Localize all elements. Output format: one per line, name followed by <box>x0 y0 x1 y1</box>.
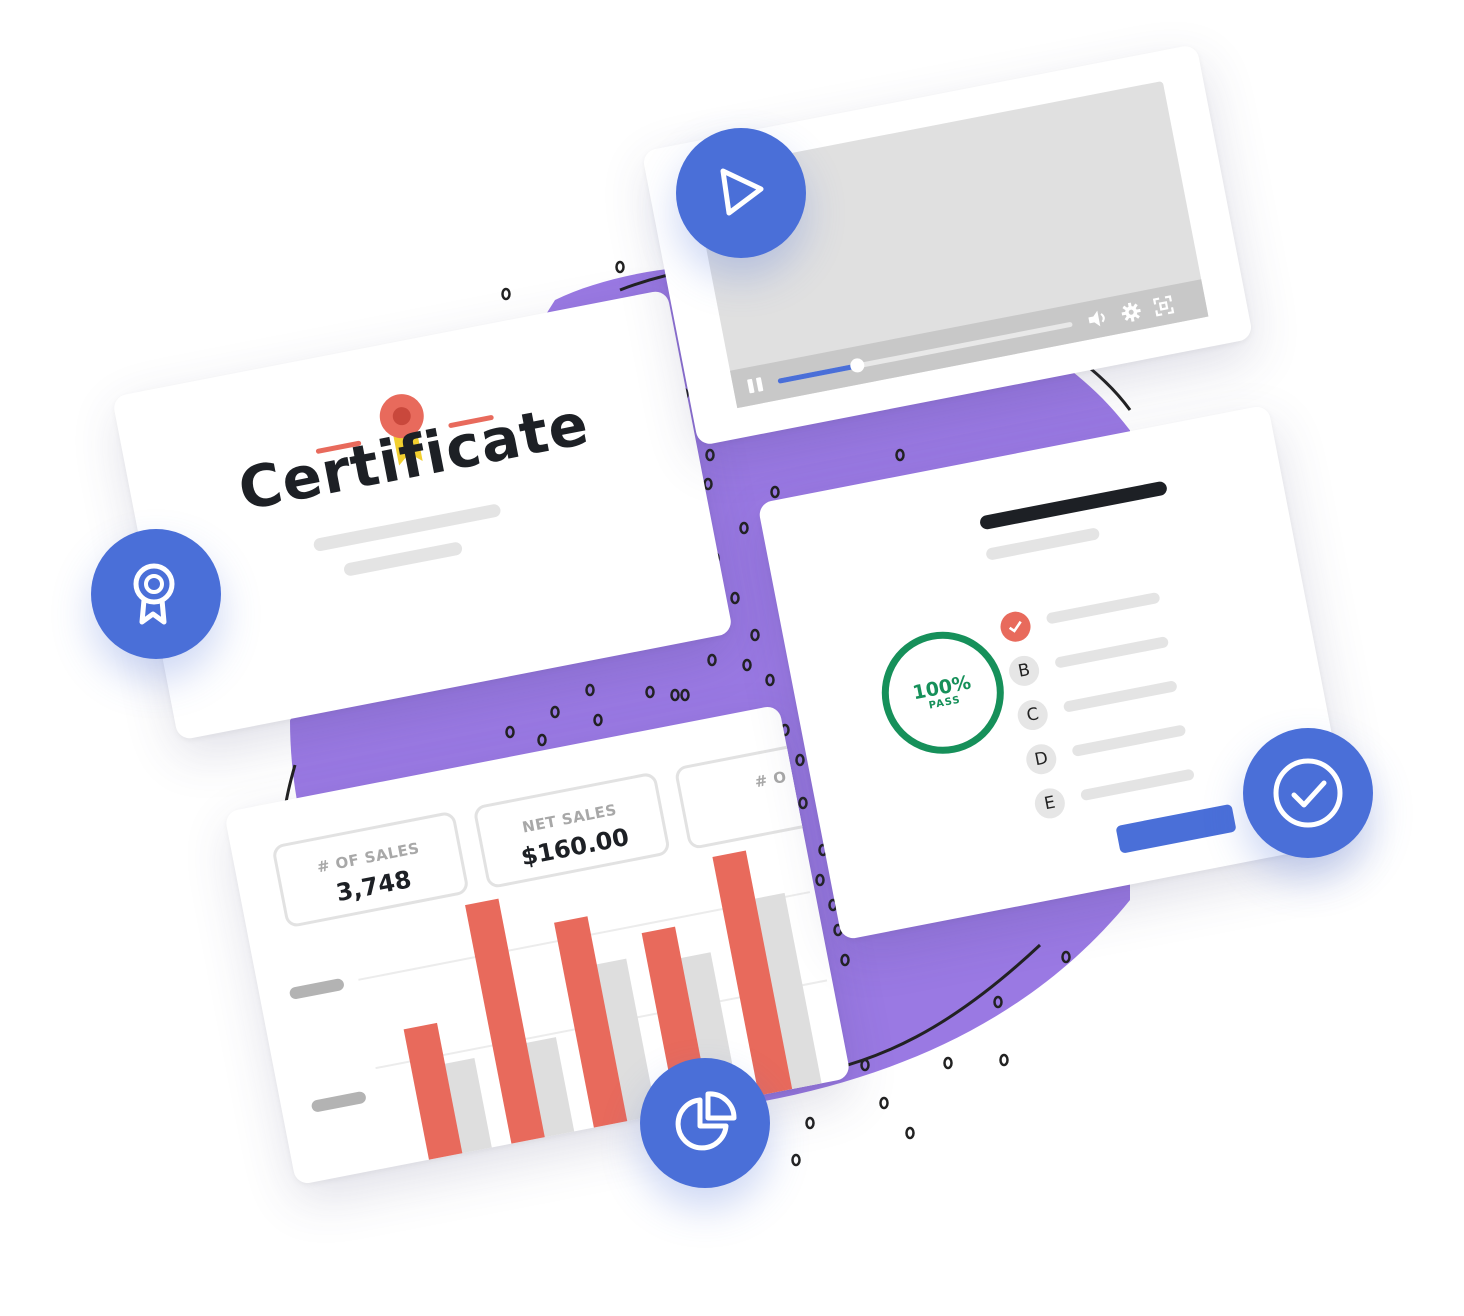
check-circle-icon <box>1273 758 1343 828</box>
award-icon <box>133 563 175 625</box>
quiz-subtitle-bar <box>985 527 1101 561</box>
quiz-submit-button[interactable] <box>1115 803 1237 854</box>
video-scrubber-handle[interactable] <box>849 357 866 374</box>
pause-icon[interactable] <box>744 375 767 396</box>
fullscreen-icon[interactable] <box>1152 294 1176 321</box>
quiz-option-line <box>1062 680 1178 713</box>
quiz-option-line <box>1054 635 1170 669</box>
quiz-title-bar <box>978 480 1169 531</box>
gear-icon[interactable] <box>1119 300 1143 327</box>
quiz-option-e[interactable]: E <box>1032 785 1068 821</box>
award-button[interactable] <box>91 529 221 659</box>
volume-icon[interactable] <box>1085 307 1111 335</box>
illustration-scene: Certificate # OF SALES 3,748 NET SALES $… <box>0 0 1464 1316</box>
quiz-option-b[interactable]: B <box>1006 653 1042 689</box>
quiz-option-a-selected[interactable] <box>997 609 1034 645</box>
play-button[interactable] <box>676 128 806 258</box>
quiz-option-c[interactable]: C <box>1015 697 1051 733</box>
check-icon <box>1008 620 1022 633</box>
quiz-option-line <box>1045 591 1161 625</box>
quiz-option-line <box>1071 724 1187 758</box>
pie-chart-icon <box>675 1091 737 1151</box>
play-icon <box>720 168 764 216</box>
certificate-text-line-1 <box>312 503 502 553</box>
axis-label-placeholder-bottom <box>310 1090 367 1113</box>
video-progress-fill <box>777 363 858 384</box>
complete-button[interactable] <box>1243 728 1373 858</box>
quiz-option-d[interactable]: D <box>1023 741 1059 777</box>
quiz-option-line <box>1079 768 1195 802</box>
certificate-text-line-2 <box>342 541 464 577</box>
axis-label-placeholder-top <box>288 977 345 1001</box>
pass-score-badge: 100% PASS <box>871 621 1015 765</box>
analytics-button[interactable] <box>640 1058 770 1188</box>
